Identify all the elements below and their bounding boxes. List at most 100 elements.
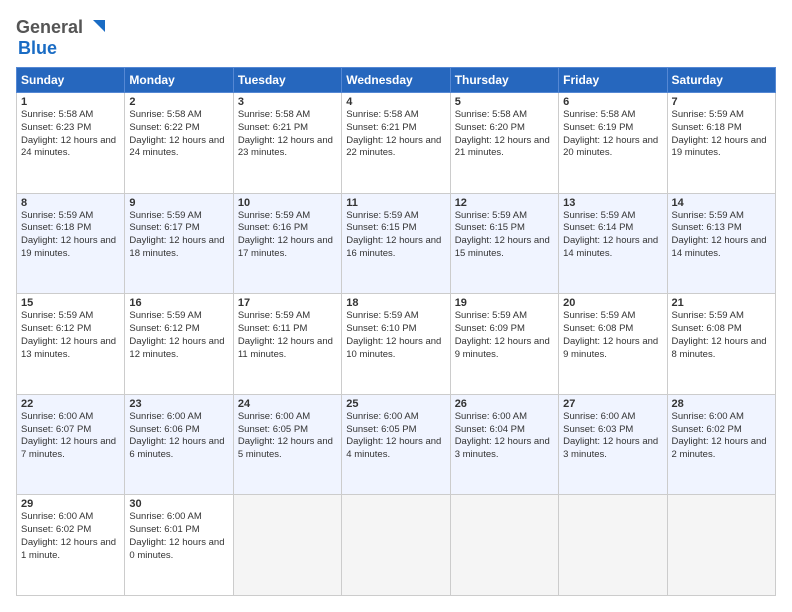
- day-number: 29: [21, 498, 120, 510]
- sunrise-text: Sunrise: 5:59 AM: [672, 109, 744, 120]
- day-info: Sunrise: 5:59 AM Sunset: 6:09 PM Dayligh…: [455, 310, 554, 361]
- day-number: 15: [21, 297, 120, 309]
- daylight-text: Daylight: 12 hours and 1 minute.: [21, 537, 116, 561]
- sunrise-text: Sunrise: 6:00 AM: [455, 411, 527, 422]
- day-info: Sunrise: 5:59 AM Sunset: 6:18 PM Dayligh…: [672, 109, 771, 160]
- daylight-text: Daylight: 12 hours and 24 minutes.: [129, 135, 224, 159]
- daylight-text: Daylight: 12 hours and 12 minutes.: [129, 336, 224, 360]
- calendar-cell: 29 Sunrise: 6:00 AM Sunset: 6:02 PM Dayl…: [17, 495, 125, 596]
- day-info: Sunrise: 5:59 AM Sunset: 6:16 PM Dayligh…: [238, 210, 337, 261]
- sunrise-text: Sunrise: 5:59 AM: [21, 310, 93, 321]
- sunset-text: Sunset: 6:21 PM: [346, 122, 416, 133]
- day-number: 20: [563, 297, 662, 309]
- daylight-text: Daylight: 12 hours and 0 minutes.: [129, 537, 224, 561]
- header-friday: Friday: [559, 68, 667, 93]
- day-info: Sunrise: 6:00 AM Sunset: 6:02 PM Dayligh…: [672, 411, 771, 462]
- daylight-text: Daylight: 12 hours and 16 minutes.: [346, 235, 441, 259]
- daylight-text: Daylight: 12 hours and 15 minutes.: [455, 235, 550, 259]
- calendar-cell: 4 Sunrise: 5:58 AM Sunset: 6:21 PM Dayli…: [342, 93, 450, 194]
- logo: General Blue: [16, 16, 107, 59]
- sunset-text: Sunset: 6:15 PM: [346, 222, 416, 233]
- day-number: 11: [346, 197, 445, 209]
- sunset-text: Sunset: 6:20 PM: [455, 122, 525, 133]
- day-number: 6: [563, 96, 662, 108]
- sunset-text: Sunset: 6:12 PM: [21, 323, 91, 334]
- week-row-3: 15 Sunrise: 5:59 AM Sunset: 6:12 PM Dayl…: [17, 294, 776, 395]
- calendar-table: Sunday Monday Tuesday Wednesday Thursday…: [16, 67, 776, 596]
- calendar-cell: [450, 495, 558, 596]
- sunrise-text: Sunrise: 5:59 AM: [455, 210, 527, 221]
- header-monday: Monday: [125, 68, 233, 93]
- calendar-cell: 11 Sunrise: 5:59 AM Sunset: 6:15 PM Dayl…: [342, 193, 450, 294]
- weekday-header-row: Sunday Monday Tuesday Wednesday Thursday…: [17, 68, 776, 93]
- sunrise-text: Sunrise: 6:00 AM: [129, 511, 201, 522]
- day-info: Sunrise: 5:58 AM Sunset: 6:23 PM Dayligh…: [21, 109, 120, 160]
- sunrise-text: Sunrise: 5:59 AM: [238, 210, 310, 221]
- day-number: 1: [21, 96, 120, 108]
- day-info: Sunrise: 6:00 AM Sunset: 6:07 PM Dayligh…: [21, 411, 120, 462]
- sunset-text: Sunset: 6:15 PM: [455, 222, 525, 233]
- day-info: Sunrise: 5:59 AM Sunset: 6:10 PM Dayligh…: [346, 310, 445, 361]
- sunset-text: Sunset: 6:16 PM: [238, 222, 308, 233]
- daylight-text: Daylight: 12 hours and 10 minutes.: [346, 336, 441, 360]
- sunrise-text: Sunrise: 5:59 AM: [129, 210, 201, 221]
- header-saturday: Saturday: [667, 68, 775, 93]
- calendar-cell: 12 Sunrise: 5:59 AM Sunset: 6:15 PM Dayl…: [450, 193, 558, 294]
- daylight-text: Daylight: 12 hours and 2 minutes.: [672, 436, 767, 460]
- calendar-cell: 2 Sunrise: 5:58 AM Sunset: 6:22 PM Dayli…: [125, 93, 233, 194]
- day-info: Sunrise: 5:59 AM Sunset: 6:12 PM Dayligh…: [21, 310, 120, 361]
- sunrise-text: Sunrise: 6:00 AM: [346, 411, 418, 422]
- day-number: 30: [129, 498, 228, 510]
- sunrise-text: Sunrise: 5:59 AM: [563, 310, 635, 321]
- sunset-text: Sunset: 6:11 PM: [238, 323, 308, 334]
- daylight-text: Daylight: 12 hours and 18 minutes.: [129, 235, 224, 259]
- sunset-text: Sunset: 6:09 PM: [455, 323, 525, 334]
- daylight-text: Daylight: 12 hours and 3 minutes.: [563, 436, 658, 460]
- day-number: 17: [238, 297, 337, 309]
- day-number: 8: [21, 197, 120, 209]
- calendar-cell: 25 Sunrise: 6:00 AM Sunset: 6:05 PM Dayl…: [342, 394, 450, 495]
- sunset-text: Sunset: 6:18 PM: [21, 222, 91, 233]
- calendar-cell: 7 Sunrise: 5:59 AM Sunset: 6:18 PM Dayli…: [667, 93, 775, 194]
- day-info: Sunrise: 6:00 AM Sunset: 6:06 PM Dayligh…: [129, 411, 228, 462]
- calendar-cell: 1 Sunrise: 5:58 AM Sunset: 6:23 PM Dayli…: [17, 93, 125, 194]
- calendar-cell: 17 Sunrise: 5:59 AM Sunset: 6:11 PM Dayl…: [233, 294, 341, 395]
- calendar-cell: 3 Sunrise: 5:58 AM Sunset: 6:21 PM Dayli…: [233, 93, 341, 194]
- day-info: Sunrise: 5:58 AM Sunset: 6:22 PM Dayligh…: [129, 109, 228, 160]
- day-info: Sunrise: 5:59 AM Sunset: 6:15 PM Dayligh…: [346, 210, 445, 261]
- calendar-cell: 27 Sunrise: 6:00 AM Sunset: 6:03 PM Dayl…: [559, 394, 667, 495]
- sunset-text: Sunset: 6:08 PM: [672, 323, 742, 334]
- calendar-cell: [233, 495, 341, 596]
- sunset-text: Sunset: 6:19 PM: [563, 122, 633, 133]
- day-number: 4: [346, 96, 445, 108]
- day-number: 18: [346, 297, 445, 309]
- day-info: Sunrise: 5:59 AM Sunset: 6:18 PM Dayligh…: [21, 210, 120, 261]
- day-info: Sunrise: 5:59 AM Sunset: 6:12 PM Dayligh…: [129, 310, 228, 361]
- day-number: 28: [672, 398, 771, 410]
- sunrise-text: Sunrise: 5:58 AM: [129, 109, 201, 120]
- sunset-text: Sunset: 6:06 PM: [129, 424, 199, 435]
- sunrise-text: Sunrise: 5:58 AM: [21, 109, 93, 120]
- day-info: Sunrise: 5:59 AM Sunset: 6:17 PM Dayligh…: [129, 210, 228, 261]
- sunset-text: Sunset: 6:10 PM: [346, 323, 416, 334]
- calendar-cell: 10 Sunrise: 5:59 AM Sunset: 6:16 PM Dayl…: [233, 193, 341, 294]
- daylight-text: Daylight: 12 hours and 19 minutes.: [672, 135, 767, 159]
- day-number: 19: [455, 297, 554, 309]
- day-number: 14: [672, 197, 771, 209]
- day-number: 10: [238, 197, 337, 209]
- day-info: Sunrise: 5:58 AM Sunset: 6:20 PM Dayligh…: [455, 109, 554, 160]
- sunrise-text: Sunrise: 6:00 AM: [129, 411, 201, 422]
- sunrise-text: Sunrise: 6:00 AM: [672, 411, 744, 422]
- day-number: 2: [129, 96, 228, 108]
- sunset-text: Sunset: 6:18 PM: [672, 122, 742, 133]
- day-info: Sunrise: 5:59 AM Sunset: 6:14 PM Dayligh…: [563, 210, 662, 261]
- sunrise-text: Sunrise: 6:00 AM: [21, 411, 93, 422]
- day-number: 3: [238, 96, 337, 108]
- sunset-text: Sunset: 6:05 PM: [238, 424, 308, 435]
- sunset-text: Sunset: 6:12 PM: [129, 323, 199, 334]
- day-number: 25: [346, 398, 445, 410]
- day-info: Sunrise: 6:00 AM Sunset: 6:05 PM Dayligh…: [238, 411, 337, 462]
- sunset-text: Sunset: 6:05 PM: [346, 424, 416, 435]
- sunset-text: Sunset: 6:02 PM: [21, 524, 91, 535]
- daylight-text: Daylight: 12 hours and 9 minutes.: [455, 336, 550, 360]
